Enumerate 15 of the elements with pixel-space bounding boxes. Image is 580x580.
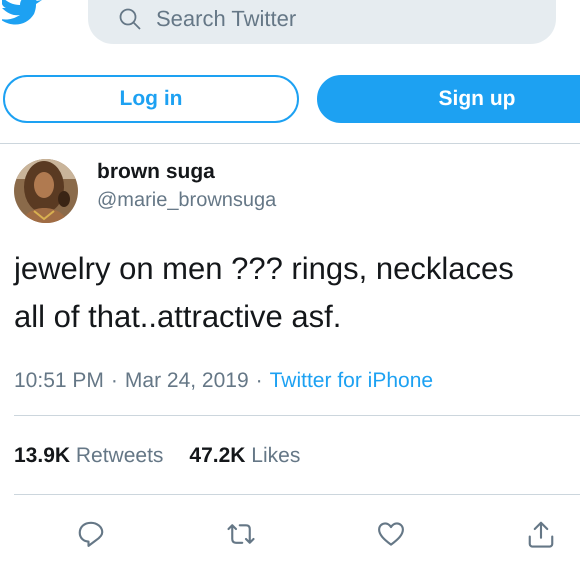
tweet-time: 10:51 PM: [14, 369, 104, 393]
separator-dot: ·: [110, 369, 118, 393]
author-handle[interactable]: @marie_brownsuga: [97, 189, 276, 212]
tweet-text: jewelry on men ??? rings, necklaces all of that..attractive asf.: [14, 250, 515, 336]
stat-link[interactable]: 13.9K Retweets: [14, 444, 164, 468]
reply-icon[interactable]: [76, 519, 106, 549]
author-name[interactable]: brown suga: [97, 160, 276, 184]
sign-up-button[interactable]: Sign up: [317, 75, 580, 123]
search-field[interactable]: Search Twitter: [88, 0, 556, 44]
log-in-button[interactable]: Log in: [3, 75, 299, 123]
tweet-date: Mar 24, 2019: [124, 369, 249, 393]
separator-dot: ·: [256, 369, 263, 393]
source-link[interactable]: Twitter for iPhone: [270, 369, 434, 393]
stat-link[interactable]: 47.2K Likes: [189, 444, 300, 468]
share-icon[interactable]: [526, 519, 556, 549]
